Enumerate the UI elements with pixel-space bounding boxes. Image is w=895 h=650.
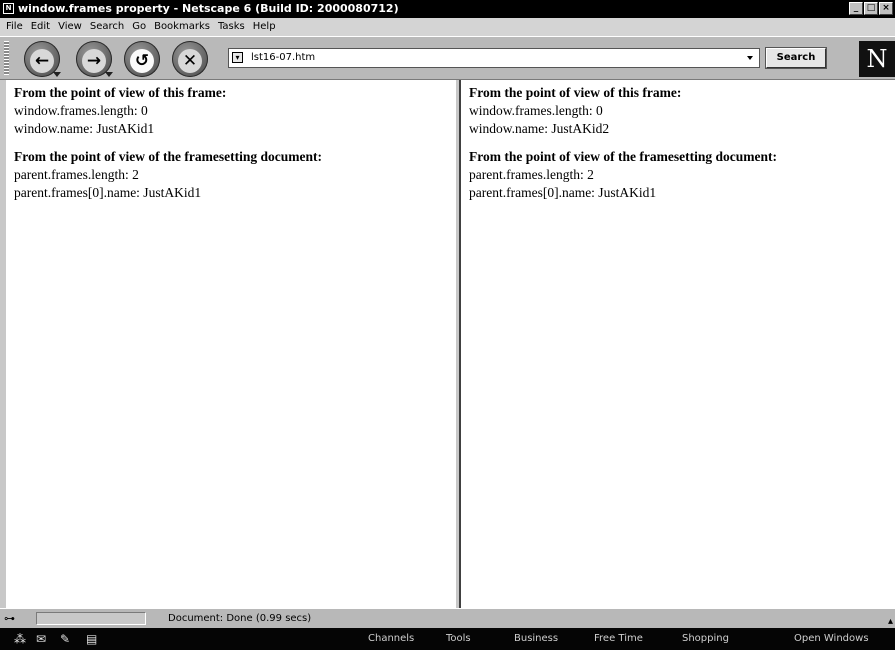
window-title: window.frames property - Netscape 6 (Bui… — [18, 2, 399, 15]
back-dropdown-icon[interactable] — [53, 72, 61, 77]
url-history-dropdown-icon[interactable] — [747, 56, 753, 60]
connection-icon[interactable]: ⊶ — [4, 612, 18, 625]
back-arrow-icon: ← — [30, 49, 54, 73]
menu-tasks[interactable]: Tasks — [218, 18, 245, 36]
menu-help[interactable]: Help — [253, 18, 276, 36]
menu-view[interactable]: View — [58, 18, 82, 36]
taskbar-free-time[interactable]: Free Time — [594, 628, 643, 650]
window-controls: _ □ × — [849, 2, 893, 15]
stop-button[interactable]: ✕ — [172, 41, 208, 77]
menu-bar: File Edit View Search Go Bookmarks Tasks… — [0, 18, 895, 36]
url-text[interactable]: lst16-07.htm — [251, 49, 315, 67]
maximize-button[interactable]: □ — [864, 2, 878, 15]
taskbar-open-windows[interactable]: Open Windows — [794, 628, 869, 650]
frame-text-line: parent.frames.length: 2 — [14, 167, 139, 182]
component-taskbar: ⁂ ✉ ✎ ▤ Channels Tools Business Free Tim… — [0, 628, 895, 650]
forward-dropdown-icon[interactable] — [105, 72, 113, 77]
frame-text-line: window.name: JustAKid1 — [14, 121, 155, 136]
app-icon[interactable]: N — [3, 3, 14, 14]
frame-heading: From the point of view of this frame: — [14, 85, 227, 100]
frame-justakid1: From the point of view of this frame: wi… — [0, 80, 455, 608]
url-bar[interactable]: ▾ lst16-07.htm — [228, 48, 760, 68]
navigation-toolbar: ← → ↺ ✕ ▾ lst16-07.htm Search N — [0, 36, 895, 80]
minimize-button[interactable]: _ — [849, 2, 863, 15]
taskbar-channels[interactable]: Channels — [368, 628, 414, 650]
frame-text-line: window.name: JustAKid2 — [469, 121, 610, 136]
menu-edit[interactable]: Edit — [31, 18, 50, 36]
address-book-icon[interactable]: ▤ — [86, 628, 97, 650]
frameset: From the point of view of this frame: wi… — [0, 80, 895, 608]
netscape-logo[interactable]: N — [859, 41, 895, 77]
toolbar-grip[interactable] — [4, 41, 9, 75]
reload-button[interactable]: ↺ — [124, 41, 160, 77]
taskbar-tools[interactable]: Tools — [446, 628, 471, 650]
frame-justakid2: From the point of view of this frame: wi… — [461, 80, 895, 608]
stop-icon: ✕ — [178, 49, 202, 73]
page-icon: ▾ — [232, 52, 243, 63]
status-bar: ⊶ Document: Done (0.99 secs) ▴ — [0, 608, 895, 628]
frame-text-line: parent.frames.length: 2 — [469, 167, 594, 182]
frame-heading: From the point of view of the framesetti… — [469, 149, 777, 164]
menu-go[interactable]: Go — [132, 18, 146, 36]
frame-text-line: window.frames.length: 0 — [14, 103, 148, 118]
forward-arrow-icon: → — [82, 49, 106, 73]
taskbar-shopping[interactable]: Shopping — [682, 628, 729, 650]
frame-text-line: parent.frames[0].name: JustAKid1 — [14, 185, 202, 200]
composer-icon[interactable]: ✎ — [60, 628, 70, 650]
search-button[interactable]: Search — [766, 48, 826, 68]
frame-text-line: parent.frames[0].name: JustAKid1 — [469, 185, 657, 200]
reload-icon: ↺ — [130, 49, 154, 73]
title-bar: N window.frames property - Netscape 6 (B… — [0, 0, 895, 18]
frame-heading: From the point of view of this frame: — [469, 85, 682, 100]
frame-text-line: window.frames.length: 0 — [469, 103, 603, 118]
mail-icon[interactable]: ✉ — [36, 628, 46, 650]
frame-heading: From the point of view of the framesetti… — [14, 149, 322, 164]
back-button[interactable]: ← — [24, 41, 61, 77]
menu-search[interactable]: Search — [90, 18, 124, 36]
navigator-icon[interactable]: ⁂ — [14, 628, 26, 650]
close-button[interactable]: × — [879, 2, 893, 15]
taskbar-business[interactable]: Business — [514, 628, 558, 650]
menu-bookmarks[interactable]: Bookmarks — [154, 18, 210, 36]
status-text: Document: Done (0.99 secs) — [168, 613, 312, 624]
menu-file[interactable]: File — [6, 18, 23, 36]
progress-meter — [36, 612, 146, 625]
forward-button[interactable]: → — [76, 41, 113, 77]
